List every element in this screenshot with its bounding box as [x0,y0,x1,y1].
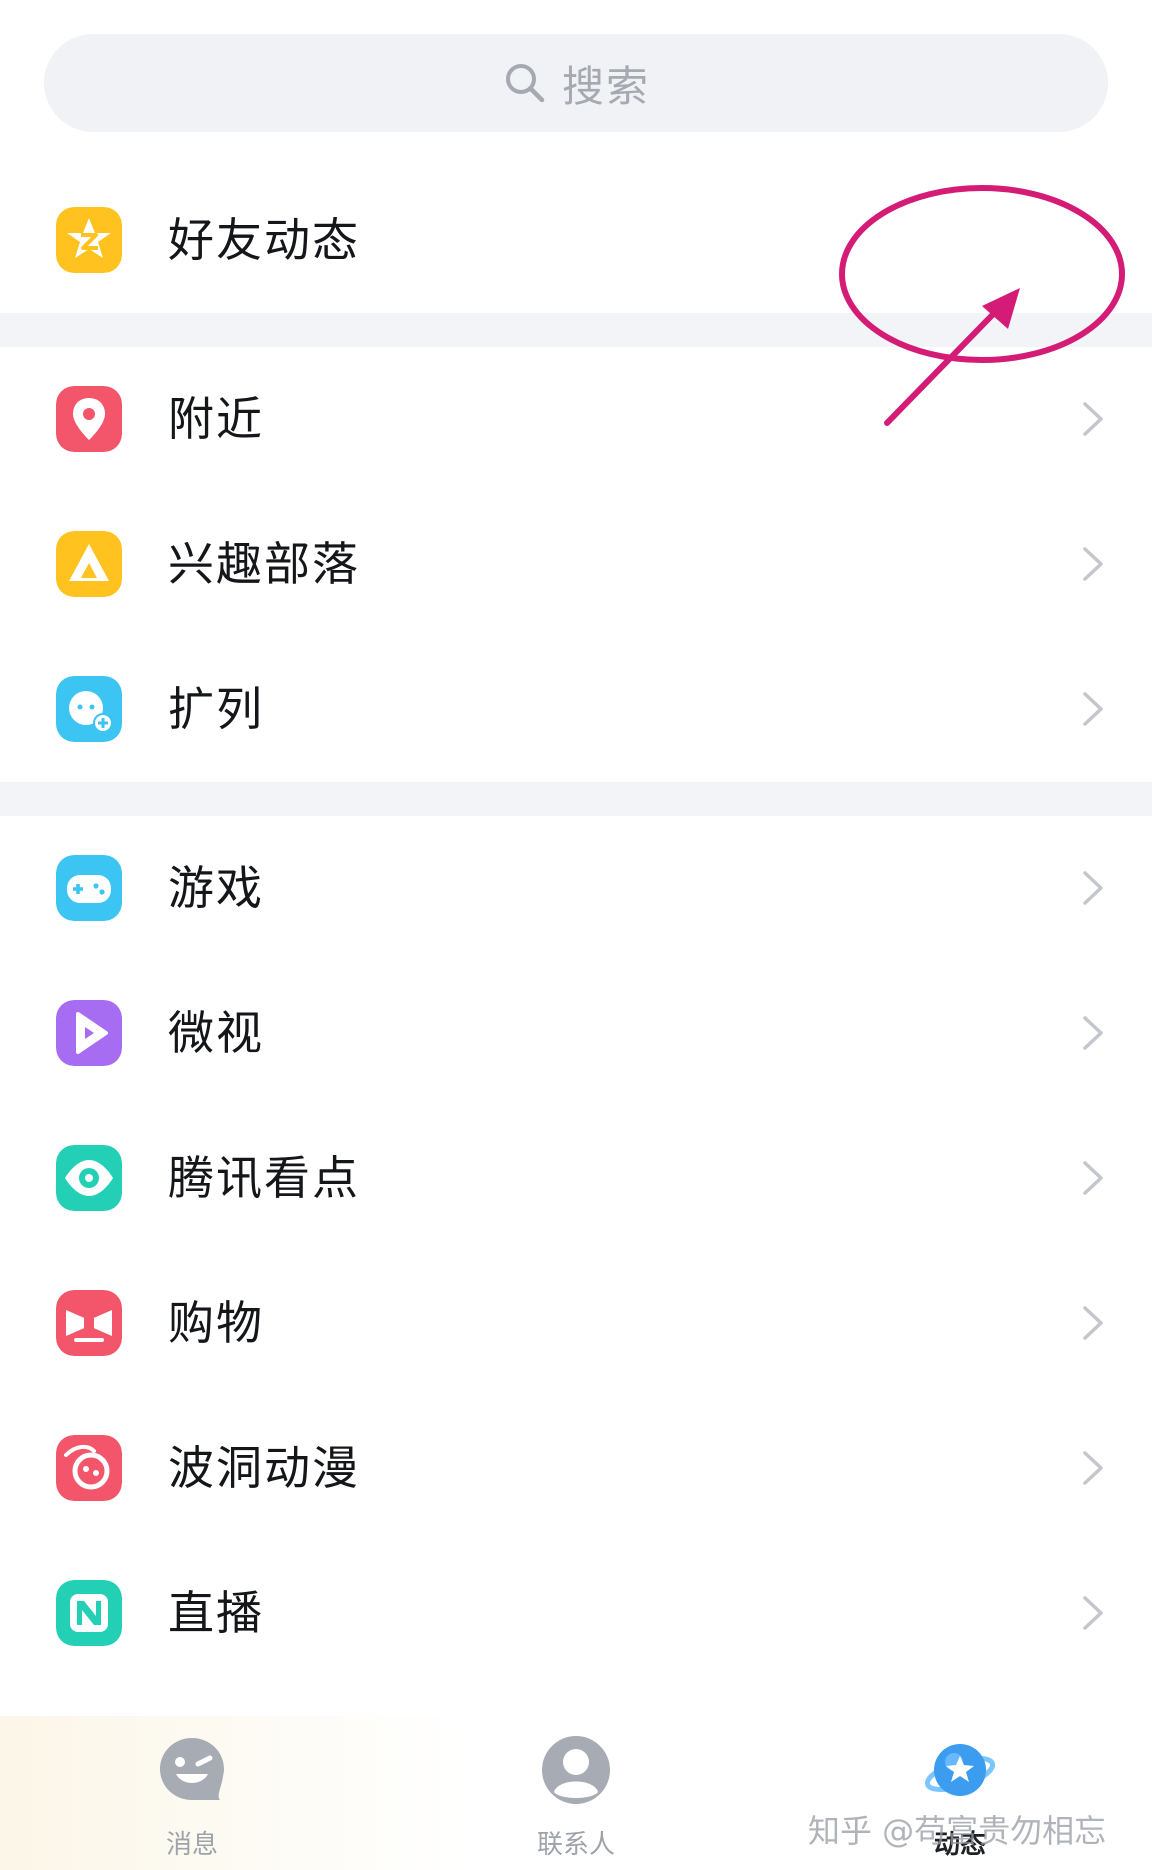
chat-face-icon [160,1738,224,1800]
search-placeholder: 搜索 [561,61,650,111]
search-bar[interactable]: 搜索 [44,34,1108,132]
star-badge-icon [56,207,122,273]
list-item-bodong-anime[interactable]: 波洞动漫 [0,1396,1152,1541]
list-item-games[interactable]: 游戏 [0,816,1152,961]
section-divider [0,782,1152,816]
list-item-tencent-kandian[interactable]: 腾讯看点 [0,1106,1152,1251]
list-item-label: 游戏 [168,861,264,915]
list-item-label: 扩列 [168,682,264,736]
list-item-weishi[interactable]: 微视 [0,961,1152,1106]
list-item-label: 直播 [168,1586,264,1640]
chevron-right-icon [1083,402,1103,436]
shopping-bow-icon [56,1290,122,1356]
list-item-nearby[interactable]: 附近 [0,347,1152,492]
tab-label: 消息 [165,1830,218,1860]
list-item-live-stream[interactable]: 直播 [0,1541,1152,1686]
location-pin-icon [56,386,122,452]
planet-star-icon [924,1744,996,1796]
tab-messages[interactable]: 消息 [72,1716,312,1870]
list-item-label: 好友动态 [168,213,360,267]
list-item-label: 附近 [168,392,264,446]
contact-person-icon [542,1736,610,1804]
list-item-friend-feed[interactable]: 好友动态 [0,168,1152,313]
tab-label: 联系人 [536,1830,615,1860]
anime-icon [56,1435,122,1501]
tab-contacts[interactable]: 联系人 [456,1716,696,1870]
section-divider [0,313,1152,347]
tent-icon [56,531,122,597]
add-friend-face-icon [56,676,122,742]
list-item-label: 波洞动漫 [168,1441,360,1495]
chevron-right-icon [1083,1016,1103,1050]
chevron-right-icon [1083,1306,1103,1340]
chevron-right-icon [1083,1451,1103,1485]
watermark-text: 知乎 @苟富贵勿相忘 [808,1812,1107,1850]
list-item-interest-tribe[interactable]: 兴趣部落 [0,492,1152,637]
list-item-shopping[interactable]: 购物 [0,1251,1152,1396]
chevron-right-icon [1083,547,1103,581]
list-item-label: 腾讯看点 [168,1151,360,1205]
chevron-right-icon [1083,1161,1103,1195]
eye-icon [56,1145,122,1211]
chevron-right-icon [1083,871,1103,905]
gamepad-icon [56,855,122,921]
list-item-label: 微视 [168,1006,264,1060]
list-item-expand-friends[interactable]: 扩列 [0,637,1152,782]
live-n-icon [56,1580,122,1646]
list-item-label: 购物 [168,1296,264,1350]
list-item-label: 兴趣部落 [168,537,360,591]
play-video-icon [56,1000,122,1066]
app-screen: 搜索 好友动态 附近 兴趣部落 扩列 游戏 微视 腾讯看点 购物 波洞动漫 直播… [0,0,1152,1870]
search-icon [505,64,545,103]
chevron-right-icon [1083,692,1103,726]
chevron-right-icon [1083,1596,1103,1630]
